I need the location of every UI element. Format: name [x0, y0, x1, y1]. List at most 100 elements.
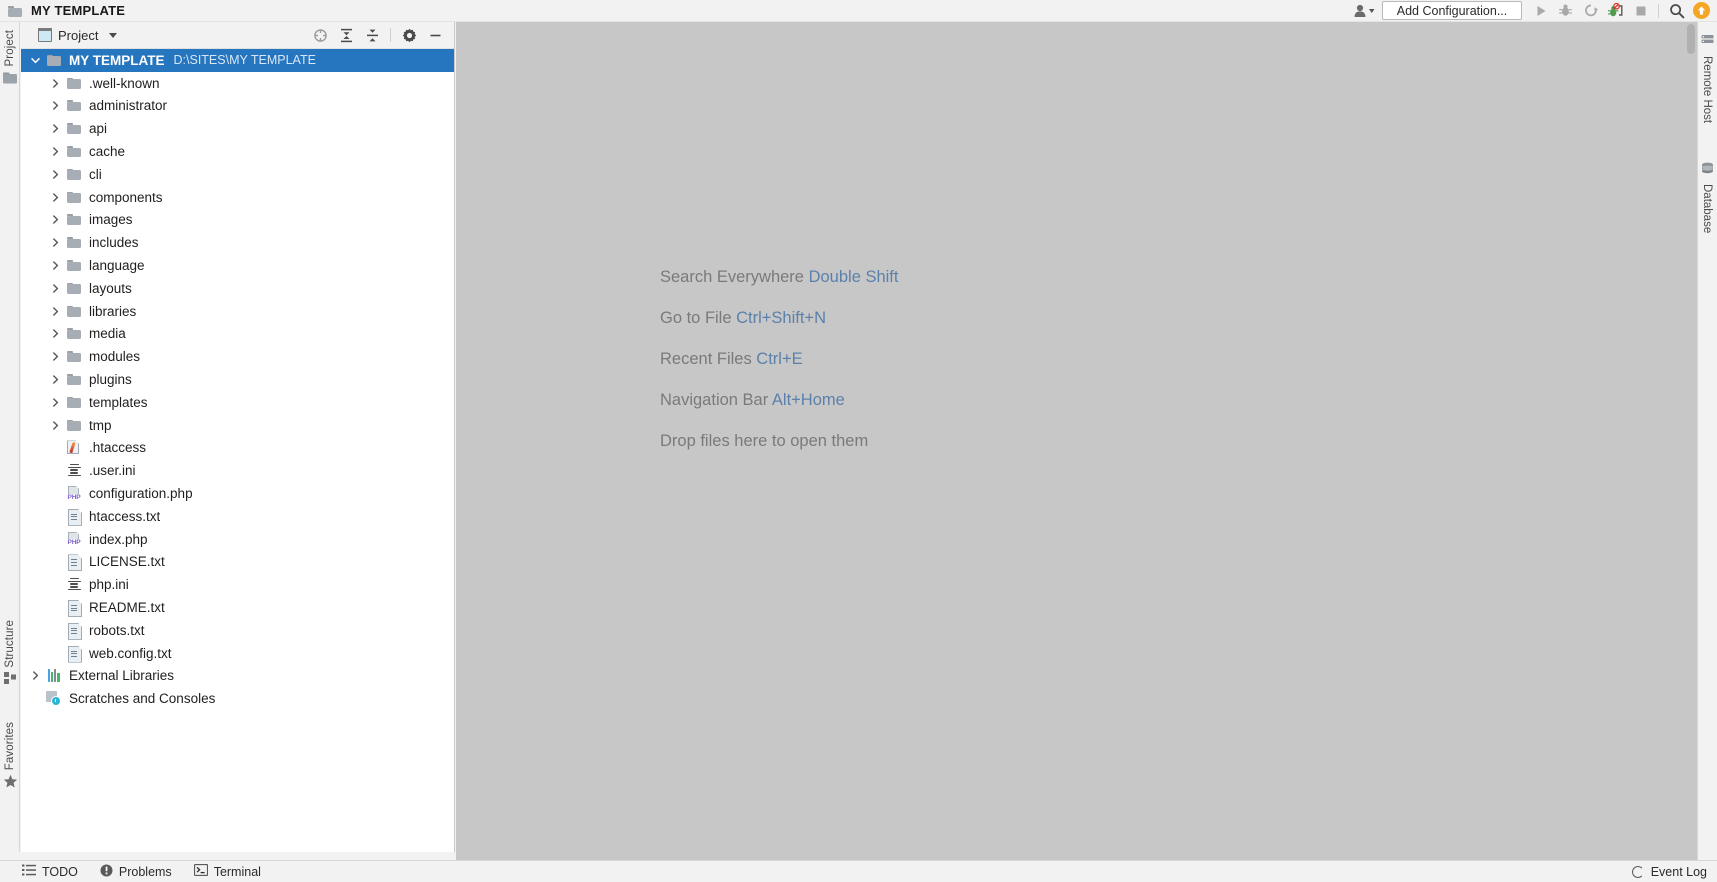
collapse-all-icon[interactable]	[359, 22, 385, 48]
user-avatar-icon[interactable]	[1350, 0, 1380, 22]
tree-row[interactable]: .user.ini	[21, 459, 454, 482]
project-tool-window: Project MY TEMPLATE D:\SITES\MY TEMPLATE…	[21, 22, 455, 860]
status-item-event-log[interactable]: Event Log	[1631, 865, 1707, 879]
tree-row[interactable]: htaccess.txt	[21, 505, 454, 528]
chevron-right-icon[interactable]	[49, 213, 62, 226]
chevron-right-icon[interactable]	[49, 191, 62, 204]
chevron-right-icon[interactable]	[49, 396, 62, 409]
editor-hint-shortcut: Double Shift	[808, 268, 899, 286]
tree-row[interactable]: administrator	[21, 95, 454, 118]
tree-row[interactable]: Scratches and Consoles	[21, 687, 454, 710]
tree-row[interactable]: libraries	[21, 300, 454, 323]
tree-row[interactable]: MY TEMPLATE D:\SITES\MY TEMPLATE	[21, 49, 454, 72]
project-toolbar-actions	[307, 22, 454, 48]
chevron-right-icon[interactable]	[49, 168, 62, 181]
run-coverage-icon[interactable]	[1578, 0, 1603, 22]
tree-arrow-placeholder	[49, 578, 62, 591]
tree-row[interactable]: components	[21, 186, 454, 209]
tree-row[interactable]: PHP index.php	[21, 528, 454, 551]
tree-row[interactable]: LICENSE.txt	[21, 551, 454, 574]
hide-minimize-icon[interactable]	[422, 22, 448, 48]
chevron-right-icon[interactable]	[49, 122, 62, 135]
sidebar-item-remote-host[interactable]: Remote Host	[1697, 34, 1717, 123]
chevron-right-icon[interactable]	[49, 282, 62, 295]
scratches-icon	[46, 691, 62, 707]
sidebar-item-favorites[interactable]: Favorites	[0, 722, 20, 794]
tree-row[interactable]: tmp	[21, 414, 454, 437]
debug-bug-icon[interactable]	[1553, 0, 1578, 22]
sidebar-item-project[interactable]: Project	[0, 30, 20, 89]
left-tool-strip: Project Structure Favorites	[0, 22, 20, 860]
chevron-right-icon[interactable]	[49, 327, 62, 340]
folder-icon	[66, 396, 82, 408]
chevron-right-icon[interactable]	[29, 669, 42, 682]
run-play-icon[interactable]	[1528, 0, 1553, 22]
chevron-right-icon[interactable]	[49, 419, 62, 432]
tree-row[interactable]: layouts	[21, 277, 454, 300]
tree-row-icon	[65, 440, 83, 456]
chevron-right-icon[interactable]	[49, 99, 62, 112]
sidebar-item-structure[interactable]: Structure	[0, 620, 20, 690]
status-item-todo[interactable]: TODO	[22, 864, 78, 879]
project-view-selector[interactable]: Project	[37, 28, 118, 43]
sidebar-item-database[interactable]: Database	[1697, 162, 1717, 233]
chevron-down-icon[interactable]	[29, 54, 42, 67]
tree-row[interactable]: includes	[21, 231, 454, 254]
tree-row-label: Scratches and Consoles	[69, 691, 216, 707]
chevron-right-icon[interactable]	[49, 259, 62, 272]
tree-row[interactable]: api	[21, 117, 454, 140]
tree-row[interactable]: language	[21, 254, 454, 277]
folder-icon	[46, 54, 62, 66]
settings-gear-icon[interactable]	[396, 22, 422, 48]
status-bar: TODO Problems Terminal Event Log	[0, 860, 1717, 882]
tree-row-label: layouts	[89, 280, 132, 296]
tree-row-label: README.txt	[89, 600, 165, 616]
chevron-right-icon[interactable]	[49, 305, 62, 318]
tree-row-label: htaccess.txt	[89, 508, 161, 524]
editor-scrollbar[interactable]	[1685, 22, 1697, 860]
chevron-right-icon[interactable]	[49, 77, 62, 90]
tree-row-icon	[65, 280, 83, 296]
tree-row[interactable]: cache	[21, 140, 454, 163]
profile-disabled-bug-icon[interactable]	[1603, 0, 1628, 22]
tree-row[interactable]: .well-known	[21, 72, 454, 95]
tree-row[interactable]: images	[21, 209, 454, 232]
chevron-right-icon[interactable]	[49, 145, 62, 158]
tree-row[interactable]: modules	[21, 345, 454, 368]
scrollbar-thumb[interactable]	[1687, 24, 1695, 54]
tree-row[interactable]: media	[21, 323, 454, 346]
editor-hint-text: Go to File	[660, 309, 737, 327]
status-item-problems[interactable]: Problems	[100, 864, 172, 880]
locate-target-icon[interactable]	[307, 22, 333, 48]
status-item-terminal[interactable]: Terminal	[193, 863, 261, 879]
right-tool-strip: Remote Host Database	[1697, 22, 1717, 860]
tree-row[interactable]: README.txt	[21, 596, 454, 619]
chevron-right-icon[interactable]	[49, 236, 62, 249]
tree-row[interactable]: External Libraries	[21, 665, 454, 688]
tree-row[interactable]: .htaccess	[21, 437, 454, 460]
tree-arrow-placeholder	[49, 441, 62, 454]
chevron-right-icon[interactable]	[49, 373, 62, 386]
search-magnifier-icon[interactable]	[1664, 0, 1689, 22]
add-configuration-button[interactable]: Add Configuration...	[1382, 1, 1522, 20]
tree-row[interactable]: web.config.txt	[21, 642, 454, 665]
stop-square-icon[interactable]	[1628, 0, 1653, 22]
tree-row-label: administrator	[89, 98, 168, 114]
tree-row-icon: PHP	[65, 531, 83, 547]
update-arrow-up-icon[interactable]	[1693, 2, 1710, 19]
project-file-tree[interactable]: MY TEMPLATE D:\SITES\MY TEMPLATE .well-kno…	[21, 49, 454, 860]
tree-row[interactable]: cli	[21, 163, 454, 186]
tree-row[interactable]: plugins	[21, 368, 454, 391]
tree-row[interactable]: PHP configuration.php	[21, 482, 454, 505]
tree-row[interactable]: templates	[21, 391, 454, 414]
sidebar-item-label: Database	[1701, 184, 1713, 234]
tree-row-label: libraries	[89, 303, 137, 319]
tree-row[interactable]: robots.txt	[21, 619, 454, 642]
expand-all-icon[interactable]	[333, 22, 359, 48]
chevron-right-icon[interactable]	[49, 350, 62, 363]
tree-row-icon	[65, 303, 83, 319]
tree-row[interactable]: php.ini	[21, 573, 454, 596]
title-bar: MY TEMPLATE Add Configuration...	[0, 0, 1717, 22]
folder-icon	[66, 214, 82, 226]
tree-row-label: language	[89, 258, 145, 274]
